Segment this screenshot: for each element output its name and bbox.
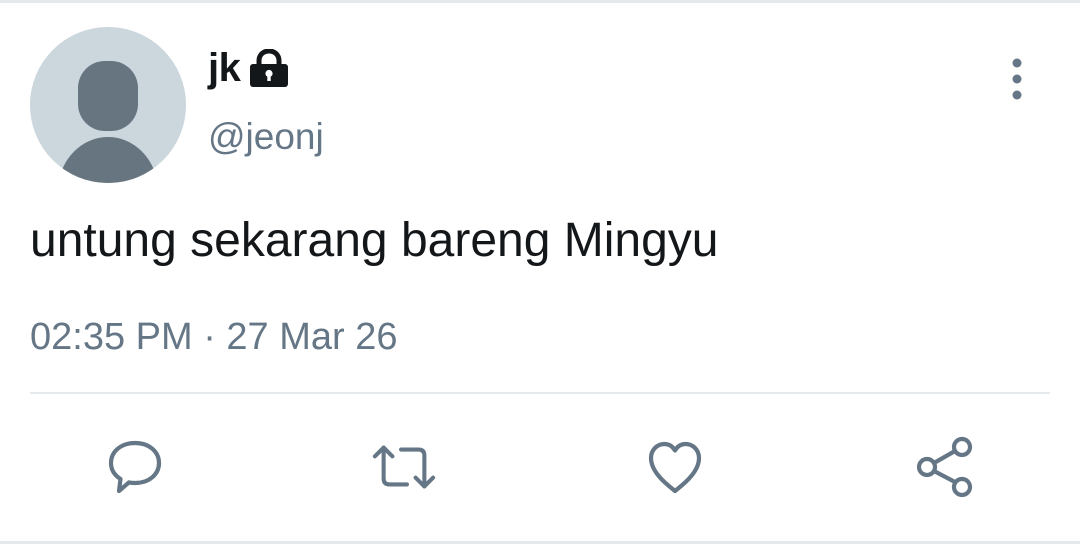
reply-button[interactable]	[103, 435, 167, 499]
share-icon	[916, 436, 973, 498]
tweet-timestamp[interactable]: 02:35 PM · 27 Mar 26	[30, 314, 398, 360]
share-button[interactable]	[914, 435, 978, 499]
divider	[30, 392, 1050, 394]
more-vertical-icon	[1012, 58, 1022, 100]
avatar[interactable]	[30, 27, 186, 183]
tweet-text: untung sekarang bareng Mingyu	[30, 214, 719, 267]
heart-icon	[648, 441, 702, 494]
display-name[interactable]: jk	[208, 43, 241, 93]
retweet-button[interactable]	[372, 435, 436, 499]
lock-icon	[248, 48, 290, 89]
user-handle[interactable]: @jeonj	[208, 115, 324, 159]
like-button[interactable]	[643, 435, 707, 499]
speech-bubble-icon	[108, 440, 162, 494]
more-options-button[interactable]	[996, 53, 1038, 103]
retweet-icon	[372, 445, 436, 489]
tweet-card: jk @jeonj untung sekarang bareng Mingyu …	[0, 0, 1080, 544]
name-row: jk	[208, 43, 290, 93]
default-avatar-icon	[58, 61, 158, 183]
